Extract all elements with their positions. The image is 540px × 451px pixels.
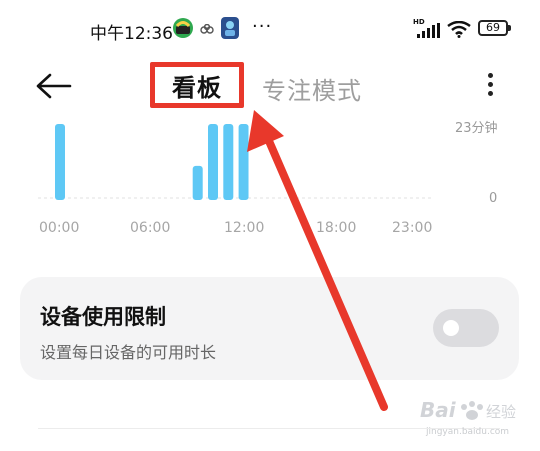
battery-nub — [508, 25, 511, 31]
back-arrow-icon[interactable] — [34, 70, 74, 102]
x-tick: 06:00 — [130, 220, 171, 236]
x-tick: 12:00 — [224, 220, 265, 236]
device-limit-card[interactable]: 设备使用限制 设置每日设备的可用时长 — [20, 277, 519, 380]
x-tick: 18:00 — [316, 220, 357, 236]
status-time: 中午12:36 — [90, 24, 173, 44]
app-notification-icon — [173, 18, 193, 38]
screen: 中午12:36 ··· HD 69 看板 专注模式 23分钟 0 00:00 0… — [0, 0, 540, 451]
status-bar: 中午12:36 ··· HD 69 — [0, 0, 540, 60]
cloud-icon — [200, 24, 214, 34]
more-options-icon[interactable] — [480, 70, 502, 100]
usage-bar — [55, 124, 65, 200]
usage-bar — [223, 124, 233, 200]
tab-dashboard[interactable]: 看板 — [150, 62, 244, 108]
tab-focus-mode[interactable]: 专注模式 — [262, 71, 362, 106]
tab-dashboard-label: 看板 — [172, 73, 222, 102]
x-tick: 00:00 — [39, 220, 80, 236]
usage-bar — [193, 166, 203, 200]
game-app-icon — [221, 17, 239, 39]
device-limit-title: 设备使用限制 — [40, 305, 166, 329]
x-tick: 23:00 — [392, 220, 433, 236]
device-limit-subtitle: 设置每日设备的可用时长 — [40, 343, 217, 362]
usage-chart: 23分钟 0 00:00 06:00 12:00 18:00 23:00 — [0, 110, 540, 250]
y-tick-zero: 0 — [489, 191, 498, 206]
baidu-paw-logo: Bai 经验 — [420, 398, 516, 422]
baidu-jingyan-watermark: Bai 经验 jingyan.baidu.com — [420, 393, 520, 443]
device-limit-toggle[interactable] — [433, 309, 499, 347]
svg-text:经验: 经验 — [486, 403, 516, 421]
battery-icon: 69 — [478, 20, 508, 36]
y-tick-max: 23分钟 — [455, 121, 498, 136]
svg-text:Bai: Bai — [420, 398, 457, 422]
usage-bar — [239, 124, 249, 200]
wifi-icon — [447, 21, 471, 38]
signal-icon — [417, 23, 440, 38]
watermark-url: jingyan.baidu.com — [426, 427, 510, 437]
more-notifications-icon: ··· — [252, 16, 273, 37]
battery-level: 69 — [486, 21, 500, 34]
toggle-knob — [443, 320, 459, 336]
usage-bar — [208, 124, 218, 200]
